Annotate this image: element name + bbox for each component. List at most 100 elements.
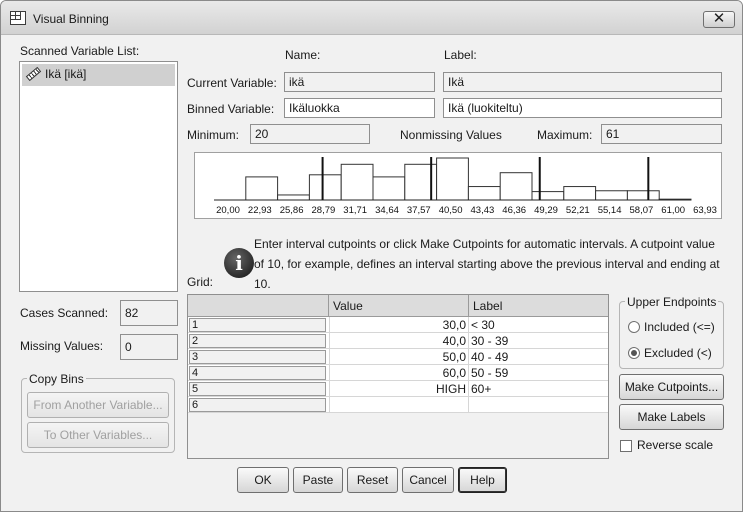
histogram-bar: [436, 157, 469, 201]
list-item[interactable]: Ikä [ikä]: [22, 64, 175, 86]
grid-header: Value Label: [188, 295, 608, 317]
maximum-label: Maximum:: [537, 128, 593, 142]
missing-values-label: Missing Values:: [20, 339, 104, 353]
cases-scanned-input[interactable]: 82: [120, 300, 178, 326]
label-cell[interactable]: < 30: [468, 317, 606, 333]
histogram-bar: [245, 176, 279, 201]
scanned-variable-list-label: Scanned Variable List:: [20, 44, 140, 58]
table-row[interactable]: 5 HIGH 60+: [188, 381, 608, 397]
label-cell[interactable]: 50 - 59: [468, 365, 606, 381]
minimum-field: 20: [250, 124, 370, 144]
title-bar: Visual Binning ✕: [1, 1, 742, 35]
copy-bins-title: Copy Bins: [27, 372, 86, 386]
make-cutpoints-button[interactable]: Make Cutpoints...: [619, 374, 724, 400]
value-cell[interactable]: [329, 397, 468, 413]
current-variable-name-field: ikä: [284, 72, 435, 92]
copy-from-another-variable-button[interactable]: From Another Variable...: [27, 392, 169, 418]
histogram-tick-label: 63,93: [693, 205, 717, 216]
histogram-bar: [563, 186, 597, 201]
histogram-tick-label: 20,00: [216, 205, 240, 216]
reverse-scale-label[interactable]: Reverse scale: [637, 438, 713, 452]
histogram-tick-label: 49,29: [534, 205, 558, 216]
make-labels-button[interactable]: Make Labels: [619, 404, 724, 430]
table-row[interactable]: 1 30,0 < 30: [188, 317, 608, 333]
paste-button[interactable]: Paste: [293, 467, 343, 493]
histogram-bar: [277, 194, 310, 201]
histogram-tick-label: 31,71: [343, 205, 367, 216]
excluded-label[interactable]: Excluded (<): [644, 346, 712, 360]
value-cell[interactable]: 60,0: [329, 365, 468, 381]
value-cell[interactable]: 40,0: [329, 333, 468, 349]
radio-selected-dot: [631, 350, 637, 356]
value-cell[interactable]: 30,0: [329, 317, 468, 333]
histogram-tick-label: 22,93: [248, 205, 272, 216]
histogram-tick-label: 40,50: [439, 205, 463, 216]
reverse-scale-checkbox[interactable]: [620, 440, 632, 452]
list-item-label: Ikä [ikä]: [45, 67, 87, 81]
table-row[interactable]: 4 60,0 50 - 59: [188, 365, 608, 381]
cases-scanned-label: Cases Scanned:: [20, 306, 109, 320]
cancel-button[interactable]: Cancel: [402, 467, 454, 493]
label-header: Label:: [444, 48, 477, 62]
histogram-tick-label: 25,86: [280, 205, 304, 216]
binned-variable-label-input[interactable]: Ikä (luokiteltu): [443, 98, 722, 118]
label-cell[interactable]: [468, 397, 606, 413]
table-row[interactable]: 2 40,0 30 - 39: [188, 333, 608, 349]
included-label[interactable]: Included (<=): [644, 320, 715, 334]
row-number: 6: [189, 398, 326, 412]
row-number: 3: [189, 350, 326, 364]
close-icon: ✕: [712, 10, 726, 27]
grid-label: Grid:: [187, 275, 214, 289]
missing-values-field: 0: [120, 334, 178, 360]
row-number: 2: [189, 334, 326, 348]
current-variable-label-field: Ikä: [443, 72, 722, 92]
table-row[interactable]: 6: [188, 397, 608, 413]
histogram-bar: [467, 186, 501, 201]
table-icon: [10, 11, 26, 25]
name-header: Name:: [285, 48, 321, 62]
minimum-label: Minimum:: [187, 128, 240, 142]
row-number: 1: [189, 318, 326, 332]
excluded-radio[interactable]: [628, 347, 640, 359]
histogram-bar: [499, 172, 533, 201]
value-cell[interactable]: HIGH: [329, 381, 468, 397]
histogram-bar: [626, 190, 660, 201]
cutpoint-grid[interactable]: Value Label 1 30,0 < 30 2 40,0 30 - 39 3…: [187, 294, 609, 459]
binned-variable-name-input[interactable]: Ikäluokka: [284, 98, 435, 118]
value-column-header: Value: [328, 295, 468, 317]
histogram-bar: [372, 176, 406, 201]
value-cell[interactable]: 50,0: [329, 349, 468, 365]
histogram-tick-label: 37,57: [407, 205, 431, 216]
label-column-header: Label: [468, 295, 608, 317]
maximum-field: 61: [601, 124, 722, 144]
row-number: 4: [189, 366, 326, 380]
histogram-tick-label: 46,36: [502, 205, 526, 216]
histogram-bar: [308, 174, 342, 201]
histogram[interactable]: 20,00 22,93 25,86 28,79 31,71 34,64 37,57 40,50…: [194, 152, 722, 219]
table-row[interactable]: 3 50,0 40 - 49: [188, 349, 608, 365]
help-button[interactable]: Help: [458, 467, 507, 493]
histogram-tick-label: 28,79: [312, 205, 336, 216]
histogram-tick-label: 61,00: [661, 205, 685, 216]
label-cell[interactable]: 30 - 39: [468, 333, 606, 349]
histogram-bar: [340, 163, 374, 201]
visual-binning-dialog: Visual Binning ✕ Scanned Variable List: …: [0, 0, 743, 512]
histogram-tick-label: 58,07: [630, 205, 654, 216]
label-cell[interactable]: 40 - 49: [468, 349, 606, 365]
copy-to-other-variables-button[interactable]: To Other Variables...: [27, 422, 169, 448]
histogram-bar: [595, 190, 628, 201]
histogram-tick-label: 34,64: [375, 205, 399, 216]
included-radio[interactable]: [628, 321, 640, 333]
nonmissing-values-label: Nonmissing Values: [400, 128, 502, 142]
upper-endpoints-title: Upper Endpoints: [625, 295, 719, 309]
scanned-variable-list[interactable]: Ikä [ikä]: [19, 61, 178, 292]
close-button[interactable]: ✕: [703, 11, 735, 28]
histogram-tick-label: 55,14: [598, 205, 622, 216]
info-text: Enter interval cutpoints or click Make C…: [254, 237, 720, 291]
scale-variable-icon: [25, 66, 42, 81]
histogram-bar: [531, 191, 565, 201]
histogram-tick-label: 43,43: [471, 205, 495, 216]
label-cell[interactable]: 60+: [468, 381, 606, 397]
ok-button[interactable]: OK: [237, 467, 289, 493]
reset-button[interactable]: Reset: [347, 467, 398, 493]
